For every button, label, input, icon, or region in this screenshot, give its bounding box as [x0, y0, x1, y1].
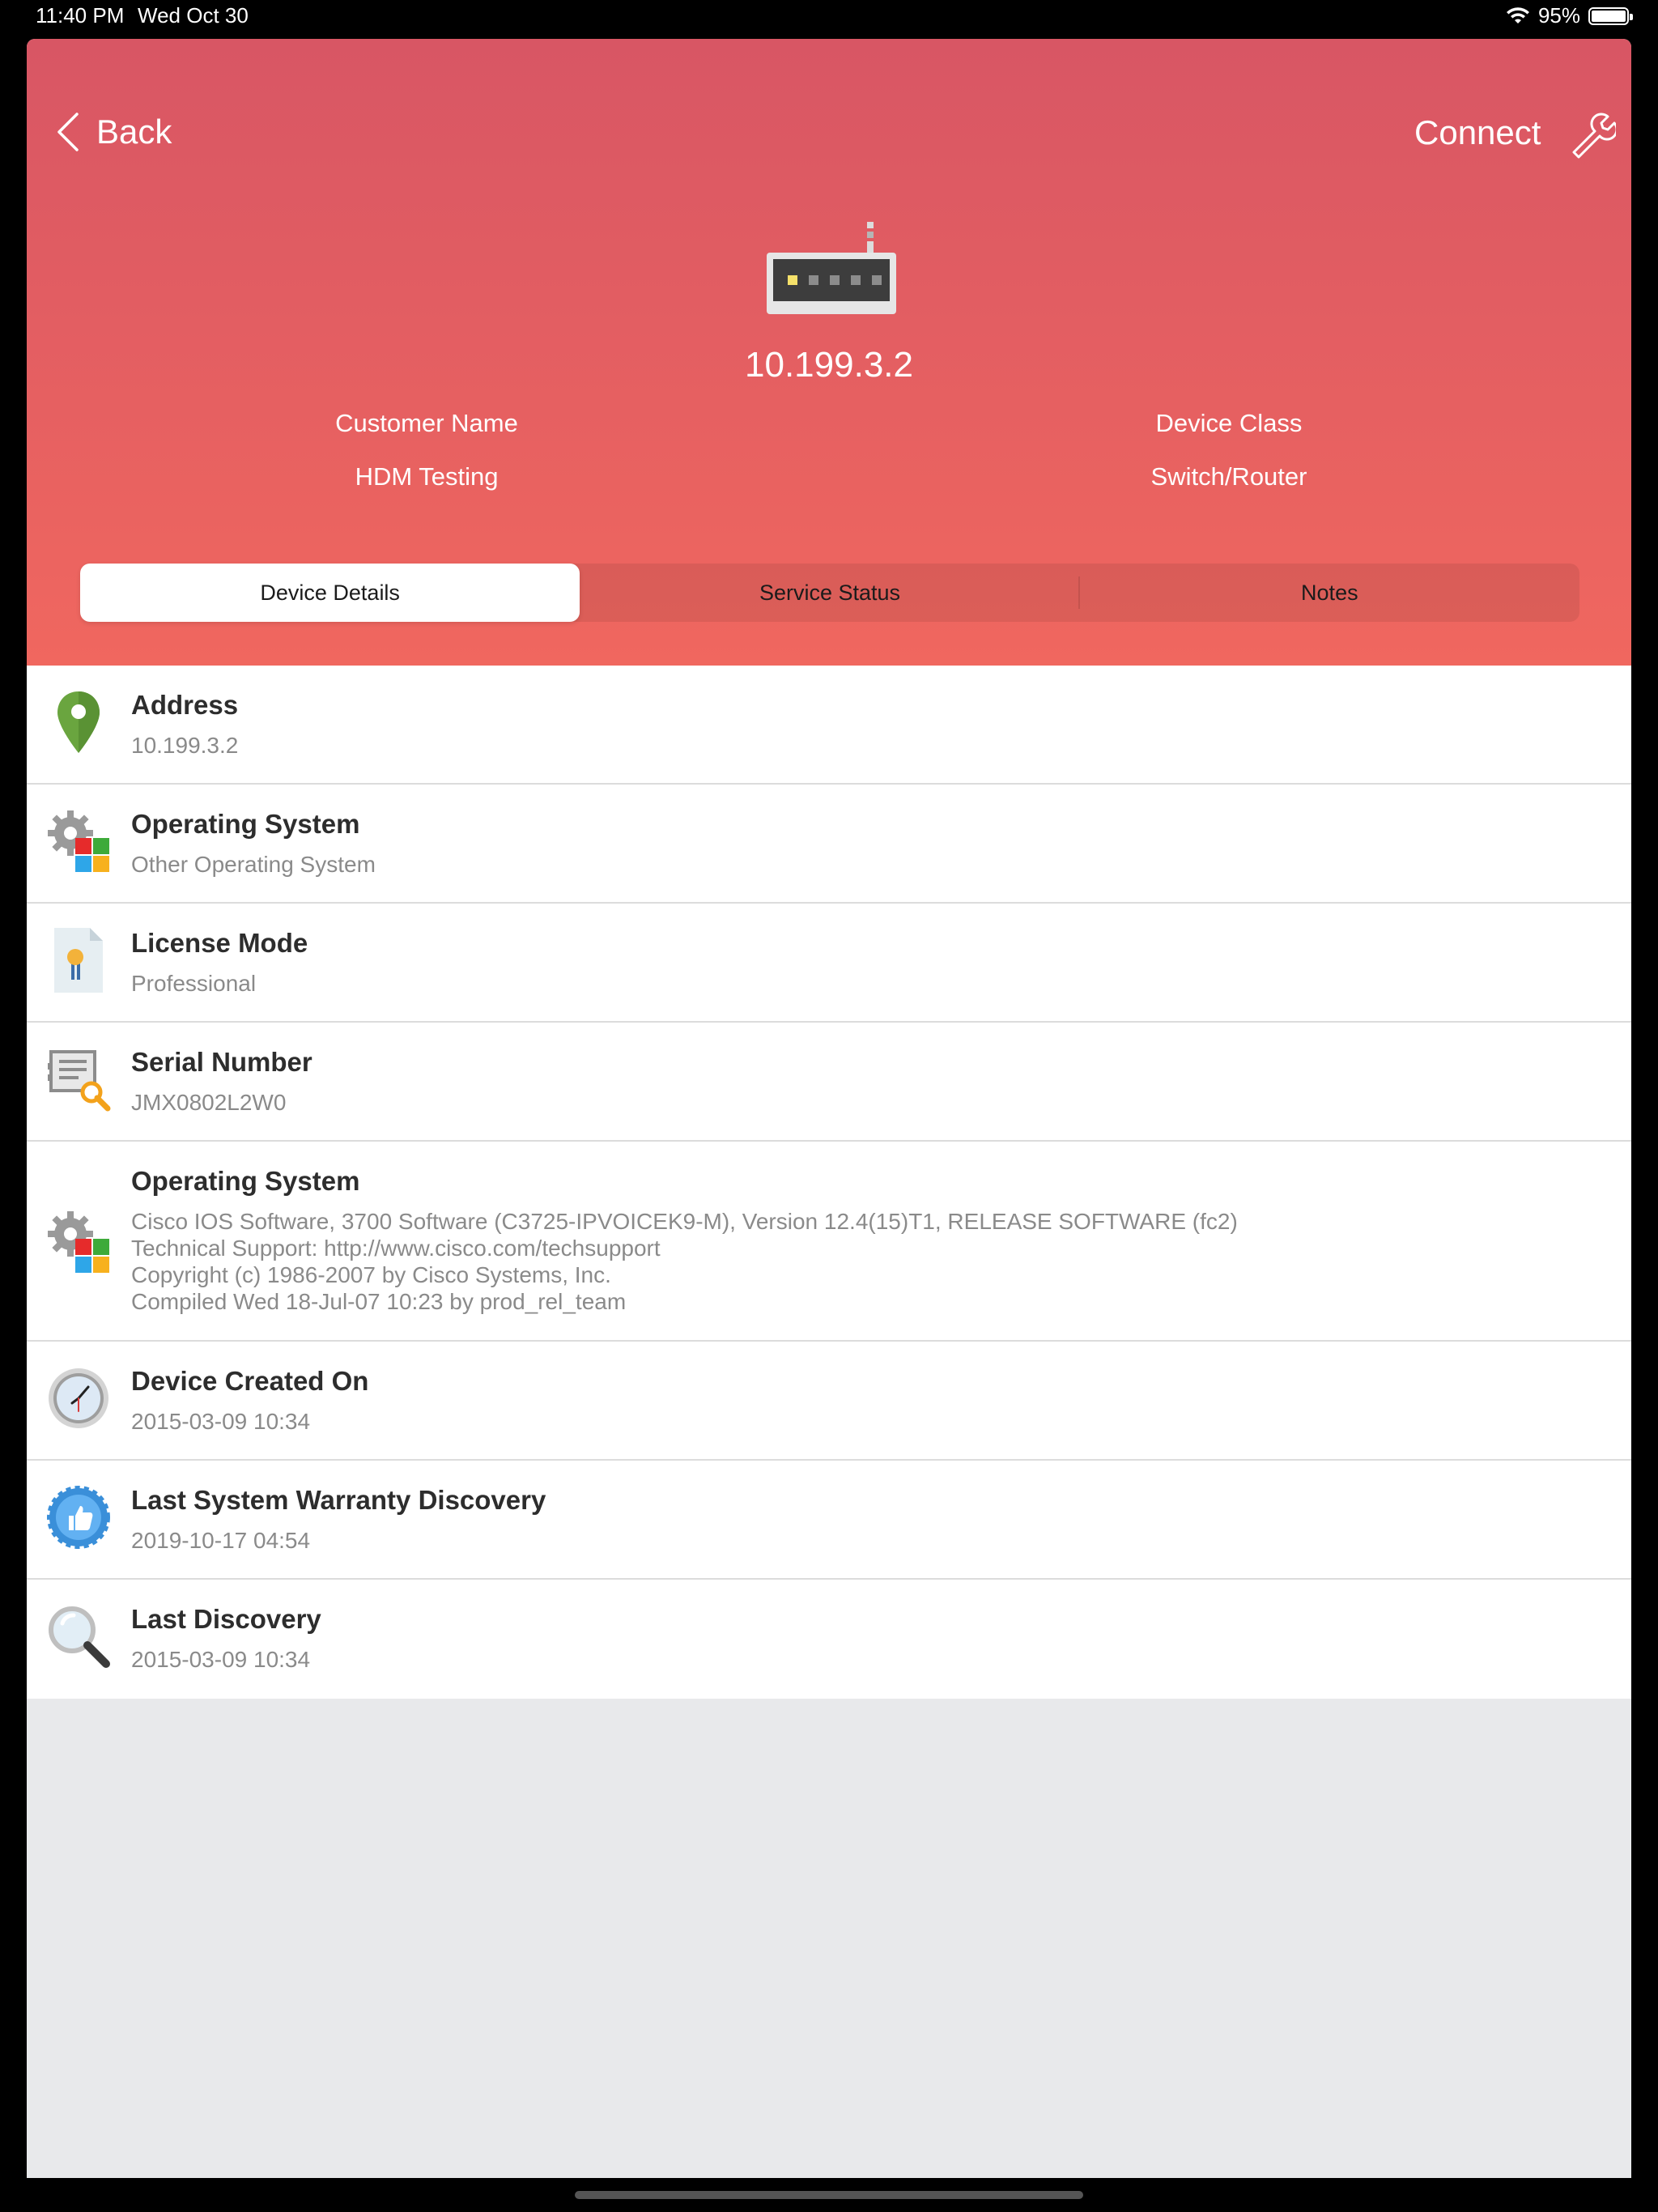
- list-item-serial-number[interactable]: Serial Number JMX0802L2W0: [27, 1023, 1631, 1142]
- status-date: Wed Oct 30: [138, 3, 249, 28]
- device-class-value: Switch/Router: [1150, 462, 1307, 491]
- list-item-address[interactable]: Address 10.199.3.2: [27, 666, 1631, 785]
- status-indicators: 95%: [1506, 3, 1633, 28]
- list-item-operating-system-details[interactable]: Operating System Cisco IOS Software, 370…: [27, 1142, 1631, 1342]
- os-details-line: Cisco IOS Software, 3700 Software (C3725…: [131, 1209, 1238, 1234]
- last-discovery-value: 2015-03-09 10:34: [131, 1647, 311, 1672]
- address-title: Address: [131, 690, 239, 720]
- back-label: Back: [96, 113, 172, 151]
- os-gear-icon: [48, 1211, 109, 1273]
- wifi-icon: [1506, 6, 1529, 23]
- home-indicator[interactable]: [575, 2191, 1083, 2199]
- device-created-on-title: Device Created On: [131, 1366, 369, 1396]
- magnifier-icon: [49, 1606, 110, 1668]
- battery-icon: [1588, 6, 1633, 25]
- customer-name-block: Customer Name HDM Testing: [224, 397, 629, 504]
- os-details-line: Compiled Wed 18-Jul-07 10:23 by prod_rel…: [131, 1289, 627, 1314]
- device-class-label: Device Class: [1155, 409, 1303, 437]
- back-button[interactable]: Back: [56, 112, 172, 152]
- location-pin-icon: [57, 691, 100, 753]
- tab-service-status[interactable]: Service Status: [580, 564, 1080, 622]
- segmented-tabs: Device Details Service Status Notes: [80, 564, 1579, 622]
- warranty-discovery-value: 2019-10-17 04:54: [131, 1528, 311, 1553]
- warranty-badge-icon: [47, 1486, 110, 1549]
- device-details-screen: Back Connect 10.199.3.2 Customer Name HD…: [27, 39, 1631, 2178]
- device-created-on-value: 2015-03-09 10:34: [131, 1409, 311, 1434]
- last-discovery-title: Last Discovery: [131, 1604, 321, 1634]
- router-icon: [767, 222, 896, 314]
- chevron-left-icon: [57, 113, 79, 151]
- list-item-device-created-on[interactable]: Device Created On 2015-03-09 10:34: [27, 1342, 1631, 1461]
- tab-notes[interactable]: Notes: [1080, 564, 1579, 622]
- os-gear-icon: [48, 810, 109, 872]
- operating-system-value: Other Operating System: [131, 852, 376, 877]
- customer-name-value: HDM Testing: [355, 462, 499, 491]
- os-details-title: Operating System: [131, 1166, 360, 1196]
- list-item-last-discovery[interactable]: Last Discovery 2015-03-09 10:34: [27, 1580, 1631, 1699]
- address-value: 10.199.3.2: [131, 733, 239, 758]
- customer-name-label: Customer Name: [335, 409, 518, 437]
- os-details-value: Cisco IOS Software, 3700 Software (C3725…: [131, 1208, 1238, 1315]
- serial-search-icon: [48, 1050, 111, 1112]
- license-mode-value: Professional: [131, 971, 257, 996]
- serial-number-value: JMX0802L2W0: [131, 1090, 287, 1115]
- device-header: Back Connect 10.199.3.2 Customer Name HD…: [27, 39, 1631, 666]
- operating-system-title: Operating System: [131, 809, 360, 839]
- device-ip: 10.199.3.2: [745, 345, 913, 385]
- connect-button[interactable]: Connect: [1414, 113, 1541, 152]
- device-class-block: Device Class Switch/Router: [1027, 397, 1431, 504]
- battery-percent: 95%: [1537, 3, 1580, 28]
- serial-number-title: Serial Number: [131, 1047, 312, 1077]
- tab-device-details[interactable]: Device Details: [80, 564, 580, 622]
- warranty-discovery-title: Last System Warranty Discovery: [131, 1485, 546, 1515]
- os-details-line: Copyright (c) 1986-2007 by Cisco Systems…: [131, 1262, 611, 1287]
- license-mode-title: License Mode: [131, 928, 308, 958]
- wrench-icon[interactable]: [1567, 110, 1616, 159]
- details-list: Address 10.199.3.2 Operating System Othe…: [27, 666, 1631, 1699]
- list-item-last-warranty-discovery[interactable]: Last System Warranty Discovery 2019-10-1…: [27, 1461, 1631, 1580]
- clock-icon: [49, 1368, 108, 1428]
- tab-service-status-label: Service Status: [759, 581, 901, 605]
- license-certificate-icon: [54, 928, 103, 993]
- status-bar: 11:40 PM Wed Oct 30 95%: [0, 0, 1658, 39]
- list-item-license-mode[interactable]: License Mode Professional: [27, 904, 1631, 1023]
- os-details-line: Technical Support: http://www.cisco.com/…: [131, 1236, 661, 1261]
- status-time: 11:40 PM: [36, 3, 125, 28]
- list-item-operating-system[interactable]: Operating System Other Operating System: [27, 785, 1631, 904]
